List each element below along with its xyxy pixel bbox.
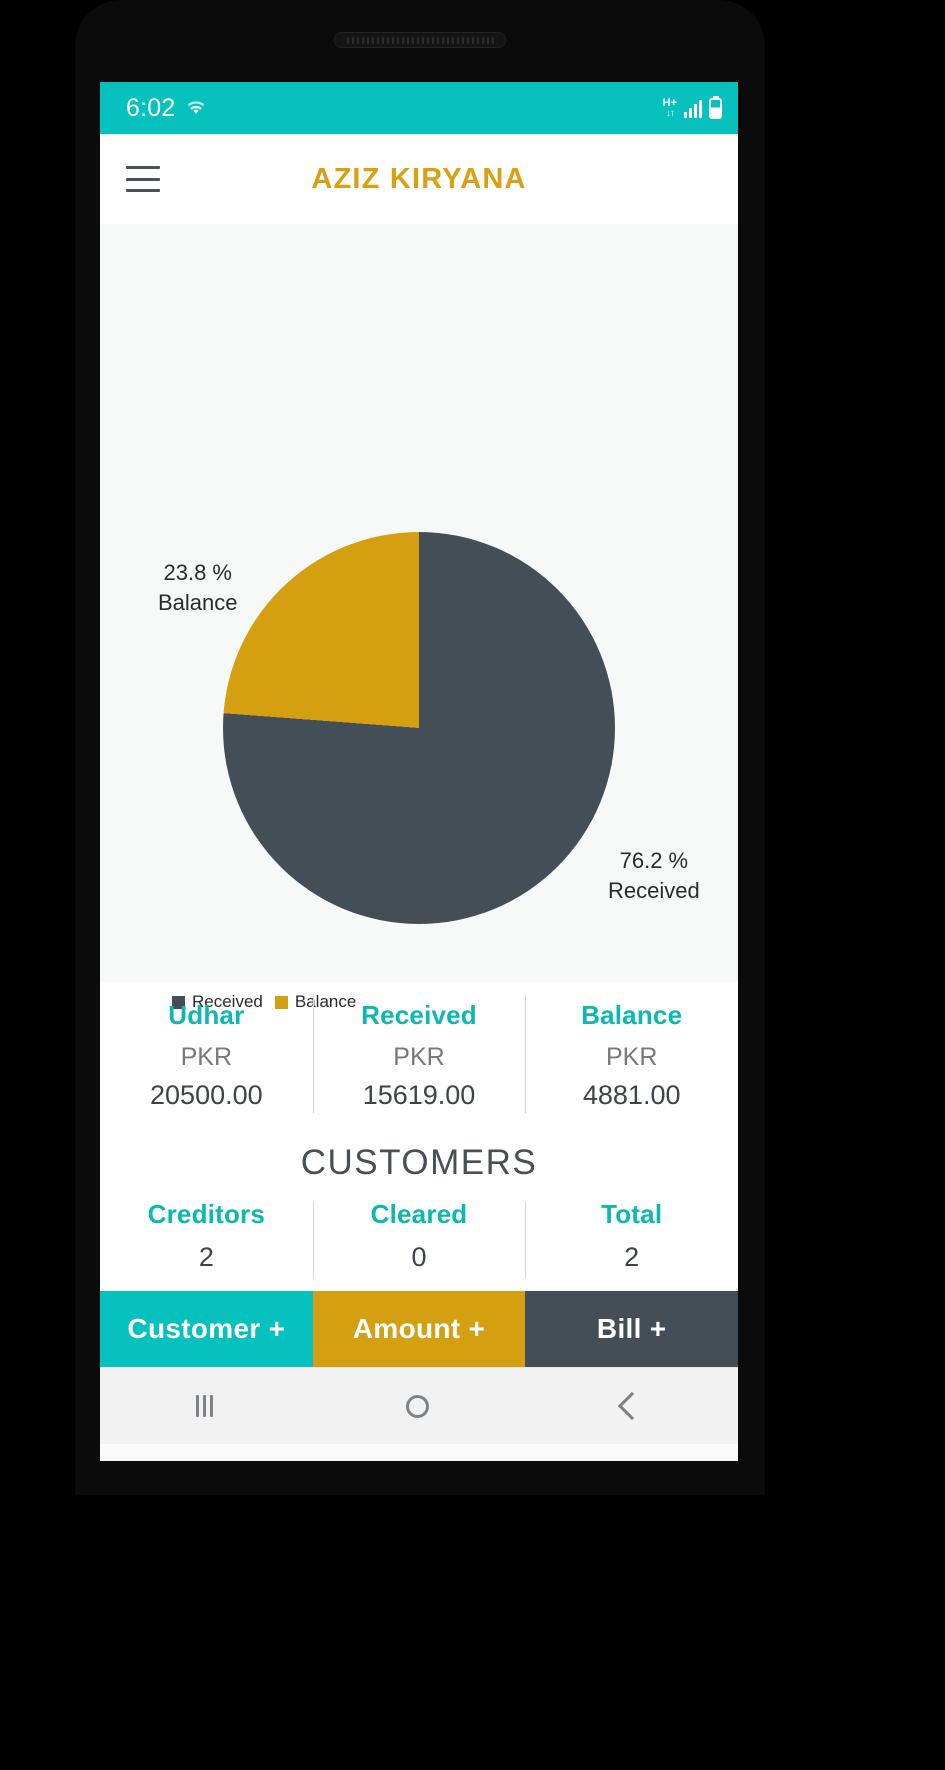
stat-total-title: Total xyxy=(601,1199,663,1229)
home-icon[interactable] xyxy=(405,1394,429,1418)
battery-icon xyxy=(709,97,722,119)
network-type-icon: H+ ↓↑ xyxy=(662,96,677,119)
stat-udhar-title: Udhar xyxy=(168,1000,245,1030)
stat-creditors: Creditors 2 xyxy=(100,1189,313,1291)
pie-chart-shape xyxy=(223,532,615,924)
status-bar-right: H+ ↓↑ xyxy=(662,96,722,119)
stat-cleared-title: Cleared xyxy=(370,1199,468,1229)
android-nav-bar xyxy=(100,1367,738,1444)
pie-slice-label-balance: 23.8 % Balance xyxy=(158,558,238,617)
stat-udhar-value: 20500.00 xyxy=(150,1080,263,1110)
stat-total-value: 2 xyxy=(624,1242,640,1272)
stat-received-value: 15619.00 xyxy=(362,1080,476,1110)
pie-slice-percent-balance: 23.8 % xyxy=(163,560,233,585)
stat-creditors-title: Creditors xyxy=(147,1199,266,1229)
pie-slice-name-balance: Balance xyxy=(158,589,238,615)
stat-received-title: Received xyxy=(361,1000,477,1030)
hamburger-menu-icon[interactable] xyxy=(126,166,160,192)
phone-screen: 6:02 H+ ↓↑ AZIZ KIRYANA 23.8 % Balance 7… xyxy=(100,82,738,1461)
customers-row: Creditors 2 Cleared 0 Total 2 xyxy=(100,1189,738,1291)
network-activity-label: ↓↑ xyxy=(665,107,675,119)
status-bar-clock: 6:02 xyxy=(126,93,176,122)
action-button-bar: Customer + Amount + Bill + xyxy=(100,1291,738,1367)
stat-balance-value: 4881.00 xyxy=(582,1080,681,1110)
stat-balance-title: Balance xyxy=(581,1000,683,1030)
add-amount-button[interactable]: Amount + xyxy=(312,1291,526,1367)
pie-chart-panel: 23.8 % Balance 76.2 % Received Received … xyxy=(100,224,738,1011)
pie-slice-name-received: Received xyxy=(608,877,700,903)
pie-slice-label-received: 76.2 % Received xyxy=(608,846,700,905)
stat-received-currency: PKR xyxy=(393,1043,445,1071)
stat-udhar: Udhar PKR 20500.00 xyxy=(100,982,313,1125)
stat-cleared-value: 0 xyxy=(411,1242,427,1272)
earpiece-speaker xyxy=(334,32,506,48)
summary-card: Udhar PKR 20500.00 Received PKR 15619.00… xyxy=(100,982,738,1291)
stat-creditors-value: 2 xyxy=(198,1242,214,1272)
page-background xyxy=(0,1495,945,1770)
stat-total: Total 2 xyxy=(525,1189,738,1291)
wifi-icon xyxy=(185,98,207,118)
pie-slice-percent-received: 76.2 % xyxy=(619,848,689,873)
add-bill-button[interactable]: Bill + xyxy=(525,1291,738,1367)
stat-cleared: Cleared 0 xyxy=(312,1189,526,1291)
stat-received: Received PKR 15619.00 xyxy=(312,982,526,1125)
back-icon[interactable] xyxy=(617,1391,646,1421)
recent-apps-icon[interactable] xyxy=(196,1395,214,1417)
signal-bars-icon xyxy=(684,99,702,118)
app-bar: AZIZ KIRYANA xyxy=(100,134,738,224)
status-bar-left: 6:02 xyxy=(126,94,207,123)
stat-balance: Balance PKR 4881.00 xyxy=(525,982,738,1125)
phone-top-bezel xyxy=(75,0,765,82)
stat-balance-currency: PKR xyxy=(605,1043,658,1071)
page-title: AZIZ KIRYANA xyxy=(311,162,527,195)
customers-heading: CUSTOMERS xyxy=(300,1143,538,1182)
status-bar: 6:02 H+ ↓↑ xyxy=(100,82,738,134)
stat-udhar-currency: PKR xyxy=(180,1043,233,1071)
add-customer-button[interactable]: Customer + xyxy=(100,1291,313,1367)
network-type-label: H+ xyxy=(662,96,677,109)
pie-chart xyxy=(223,532,615,924)
amounts-row: Udhar PKR 20500.00 Received PKR 15619.00… xyxy=(100,982,738,1125)
